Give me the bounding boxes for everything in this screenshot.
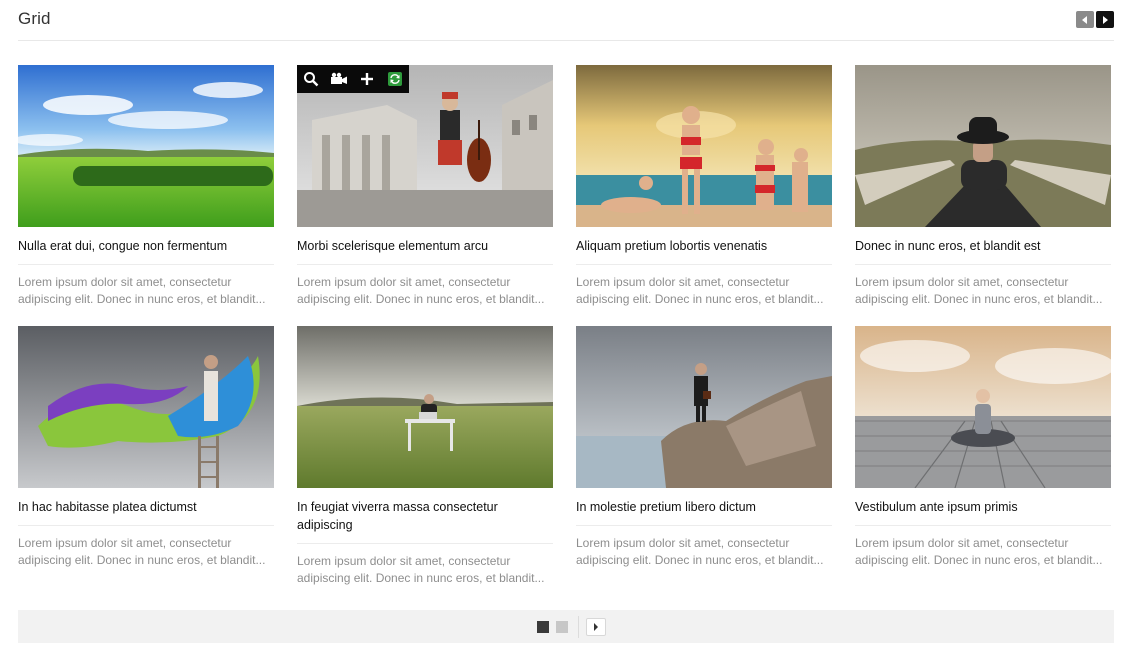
grid-item: In feugiat viverra massa consectetur adi…	[297, 326, 553, 587]
grid-header: Grid	[18, 0, 1114, 41]
item-description: Lorem ipsum dolor sit amet, consectetur …	[297, 554, 545, 585]
item-description: Lorem ipsum dolor sit amet, consectetur …	[18, 275, 266, 306]
field-desk-image	[297, 326, 553, 488]
item-description: Lorem ipsum dolor sit amet, consectetur …	[855, 536, 1103, 567]
green-refresh-icon	[388, 72, 402, 86]
grid-item: In molestie pretium libero dictum Lorem …	[576, 326, 832, 569]
item-description: Lorem ipsum dolor sit amet, consectetur …	[18, 536, 266, 567]
grid-item: Vestibulum ante ipsum primis Lorem ipsum…	[855, 326, 1111, 569]
video-button[interactable]	[325, 65, 353, 93]
meadow-image	[18, 65, 274, 227]
grid-item: Donec in nunc eros, et blandit est Lorem…	[855, 65, 1111, 308]
plus-icon	[361, 73, 373, 85]
item-thumbnail-beach[interactable]	[576, 65, 832, 227]
search-icon	[304, 72, 319, 87]
zoom-button[interactable]	[297, 65, 325, 93]
item-thumbnail-rock-binoculars[interactable]	[576, 326, 832, 488]
item-title[interactable]: Vestibulum ante ipsum primis	[855, 498, 1111, 526]
item-thumbnail-field-desk[interactable]	[297, 326, 553, 488]
add-button[interactable]	[353, 65, 381, 93]
item-title[interactable]: Donec in nunc eros, et blandit est	[855, 237, 1111, 265]
header-nav	[1076, 11, 1114, 28]
image-toolbar	[297, 65, 409, 93]
grid-item: Morbi scelerisque elementum arcu Lorem i…	[297, 65, 553, 308]
grid-item: Aliquam pretium lobortis venenatis Lorem…	[576, 65, 832, 308]
prev-button[interactable]	[1076, 11, 1094, 28]
page-dot-1[interactable]	[537, 621, 549, 633]
pager-next-button[interactable]	[586, 618, 606, 636]
share-button[interactable]	[381, 65, 409, 93]
grid-item: Nulla erat dui, congue non fermentum Lor…	[18, 65, 274, 308]
item-title[interactable]: In hac habitasse platea dictumst	[18, 498, 274, 526]
next-button[interactable]	[1096, 11, 1114, 28]
item-thumbnail-paint-splash[interactable]	[18, 326, 274, 488]
item-thumbnail-meadow[interactable]	[18, 65, 274, 227]
item-description: Lorem ipsum dolor sit amet, consectetur …	[297, 275, 545, 306]
grid-item: In hac habitasse platea dictumst Lorem i…	[18, 326, 274, 569]
page-dot-2[interactable]	[556, 621, 568, 633]
item-title[interactable]: Morbi scelerisque elementum arcu	[297, 237, 553, 265]
pagination-bar	[18, 610, 1114, 643]
crossroads-image	[855, 65, 1111, 227]
item-thumbnail-cellist[interactable]	[297, 65, 553, 227]
arrow-left-icon	[1082, 15, 1087, 24]
meditation-image	[855, 326, 1111, 488]
item-description: Lorem ipsum dolor sit amet, consectetur …	[576, 536, 824, 567]
page-indicators	[537, 621, 568, 633]
beach-image	[576, 65, 832, 227]
arrow-right-icon	[594, 623, 598, 631]
item-title[interactable]: Nulla erat dui, congue non fermentum	[18, 237, 274, 265]
page-title: Grid	[18, 9, 51, 28]
item-title[interactable]: In molestie pretium libero dictum	[576, 498, 832, 526]
item-title[interactable]: Aliquam pretium lobortis venenatis	[576, 237, 832, 265]
item-description: Lorem ipsum dolor sit amet, consectetur …	[576, 275, 824, 306]
pager-divider	[578, 616, 579, 638]
item-thumbnail-crossroads[interactable]	[855, 65, 1111, 227]
item-thumbnail-meditation[interactable]	[855, 326, 1111, 488]
item-description: Lorem ipsum dolor sit amet, consectetur …	[855, 275, 1103, 306]
item-title[interactable]: In feugiat viverra massa consectetur adi…	[297, 498, 553, 544]
arrow-right-icon	[1103, 15, 1108, 24]
paint-splash-image	[18, 326, 274, 488]
rock-binoculars-image	[576, 326, 832, 488]
video-camera-icon	[331, 72, 347, 84]
grid-page: Grid Nulla erat dui, congue non fermentu…	[0, 0, 1128, 660]
